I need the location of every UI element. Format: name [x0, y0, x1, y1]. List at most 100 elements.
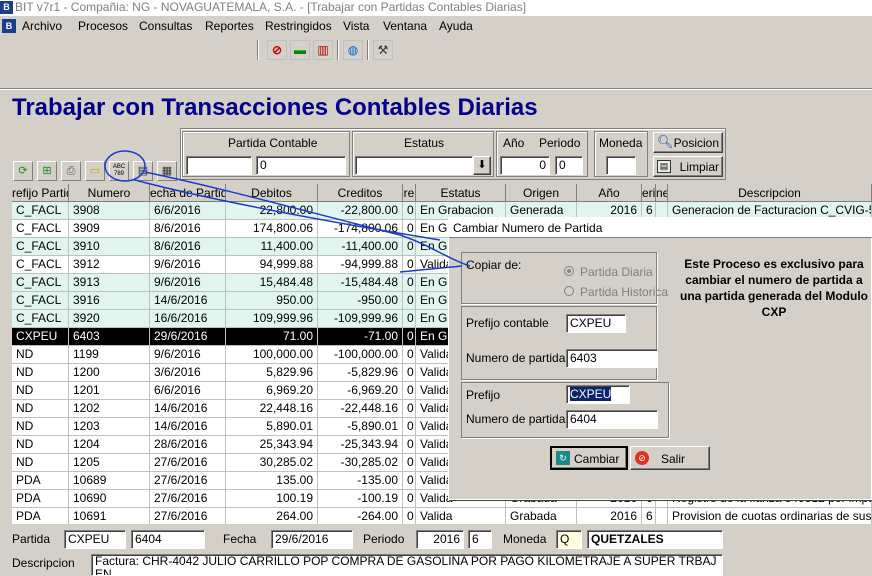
- calculator-icon[interactable]: ▦: [157, 161, 177, 181]
- print-icon[interactable]: ⎙: [61, 161, 81, 181]
- tools-icon[interactable]: ⚒: [373, 40, 393, 60]
- table-cell: 3916: [69, 292, 150, 310]
- table-cell: 0: [403, 346, 416, 364]
- menu-consultas[interactable]: Consultas: [139, 16, 192, 36]
- table-cell: Provision de cuotas ordinarias de suscri…: [668, 508, 872, 524]
- column-header[interactable]: echa de Partida: [150, 184, 226, 202]
- prefijo-contable-label: Prefijo contable: [466, 316, 549, 330]
- anio-input[interactable]: 0: [500, 156, 550, 175]
- radio-partida-diaria[interactable]: [564, 266, 574, 276]
- table-row[interactable]: PDA 10691 27/6/2016 264.00 -264.00 0 Valida Gra…: [12, 508, 872, 524]
- menu-restringidos[interactable]: Restringidos: [265, 16, 332, 36]
- prefijo-input[interactable]: CXPEU: [566, 385, 630, 404]
- menu-procesos[interactable]: Procesos: [78, 16, 128, 36]
- table-cell: 1204: [69, 436, 150, 454]
- bottom-partida-prefix[interactable]: CXPEU: [64, 530, 126, 549]
- periodo-input[interactable]: 0: [555, 156, 583, 175]
- bottom-moneda-code[interactable]: Q: [556, 530, 582, 549]
- folder-icon[interactable]: ▭: [85, 161, 105, 181]
- bottom-moneda-label: Moneda: [503, 532, 547, 546]
- table-cell: 8/6/2016: [150, 220, 226, 238]
- train-icon[interactable]: ▬: [290, 40, 310, 60]
- table-cell: 10690: [69, 490, 150, 508]
- table-cell: 14/6/2016: [150, 418, 226, 436]
- radio-partida-historica[interactable]: [564, 286, 574, 296]
- refresh-icon[interactable]: ⟳: [13, 161, 33, 181]
- table-cell: 10689: [69, 472, 150, 490]
- column-header[interactable]: erio: [642, 184, 656, 202]
- prefijo-label: Prefijo: [466, 388, 501, 402]
- bottom-partida-number[interactable]: 6404: [131, 530, 205, 549]
- column-header[interactable]: Creditos: [318, 184, 403, 202]
- limpiar-button[interactable]: ▤ Limpiar: [653, 156, 723, 177]
- table-cell: 0: [403, 310, 416, 328]
- table-cell: 6403: [69, 328, 150, 346]
- column-header[interactable]: refijo Partid: [12, 184, 69, 202]
- posicion-button[interactable]: 🔍︎ Posicion: [653, 132, 723, 153]
- salir-button[interactable]: ⊘ Salir: [630, 446, 710, 470]
- bottom-fecha-label: Fecha: [223, 532, 257, 546]
- numero-partida-input[interactable]: 6403: [566, 349, 658, 368]
- radio-partida-diaria-label: Partida Diaria: [580, 265, 653, 279]
- column-header[interactable]: Numero: [69, 184, 150, 202]
- column-header[interactable]: Descripcion: [668, 184, 872, 202]
- column-header[interactable]: re: [403, 184, 416, 202]
- bottom-fecha-input[interactable]: 29/6/2016: [271, 530, 353, 549]
- table-cell: 1199: [69, 346, 150, 364]
- numero-partida-label: Numero de partida: [466, 351, 566, 365]
- bottom-anio-input[interactable]: 2016: [416, 530, 464, 549]
- menu-archivo[interactable]: Archivo: [22, 16, 62, 36]
- table-cell: ND: [12, 436, 69, 454]
- add-icon[interactable]: ⊞: [37, 161, 57, 181]
- numero-nuevo-input[interactable]: 6404: [566, 410, 658, 429]
- table-cell: 1200: [69, 364, 150, 382]
- menu-vista[interactable]: Vista: [343, 16, 369, 36]
- printer-icon[interactable]: ▤: [133, 161, 153, 181]
- column-header[interactable]: Año: [577, 184, 642, 202]
- table-cell: 29/6/2016: [150, 328, 226, 346]
- table-cell: 0: [403, 202, 416, 220]
- app-menu-logo-icon[interactable]: B: [2, 19, 16, 33]
- anio-label: Año: [503, 136, 525, 150]
- table-cell: 6/6/2016: [150, 382, 226, 400]
- dropdown-arrow-icon[interactable]: ⬇: [473, 156, 491, 175]
- table-cell: 0: [403, 436, 416, 454]
- copiar-de-label: Copiar de:: [466, 258, 522, 272]
- column-header[interactable]: Origen: [506, 184, 577, 202]
- moneda-label: Moneda: [599, 136, 643, 150]
- menu-ventana[interactable]: Ventana: [383, 16, 427, 36]
- book-icon[interactable]: ▥: [313, 40, 333, 60]
- partida-number-input[interactable]: 0: [256, 156, 346, 175]
- table-cell: 27/6/2016: [150, 490, 226, 508]
- bottom-descripcion-input[interactable]: Factura: CHR-4042 JULIO CARRILLO POP COM…: [91, 554, 723, 576]
- table-cell: -100,000.00: [318, 346, 403, 364]
- window-title-bar: B BIT v7r1 - Compañia: NG - NOVAGUATEMAL…: [0, 0, 872, 16]
- column-header[interactable]: Debitos: [226, 184, 318, 202]
- estatus-select[interactable]: [355, 156, 473, 175]
- globe-icon[interactable]: ◍: [343, 40, 363, 60]
- partida-prefix-input[interactable]: [186, 156, 252, 175]
- column-header[interactable]: Estatus: [416, 184, 506, 202]
- bottom-moneda-name: QUETZALES: [587, 530, 723, 549]
- table-cell: 3908: [69, 202, 150, 220]
- abc-icon[interactable]: ABC 789: [109, 161, 129, 181]
- cambiar-partida-dialog: Cambiar Numero de Partida Copiar de: Par…: [448, 217, 872, 500]
- menu-reportes[interactable]: Reportes: [205, 16, 254, 36]
- cambiar-button[interactable]: ↻ Cambiar: [550, 446, 628, 470]
- column-header[interactable]: ne: [656, 184, 668, 202]
- bottom-periodo-input[interactable]: 6: [468, 530, 492, 549]
- menu-ayuda[interactable]: Ayuda: [439, 16, 473, 36]
- table-cell: 950.00: [226, 292, 318, 310]
- stop-icon[interactable]: ⊘: [267, 40, 287, 60]
- table-cell: 109,999.96: [226, 310, 318, 328]
- table-cell: Valida: [416, 508, 506, 524]
- page-title: Trabajar con Transacciones Contables Dia…: [12, 94, 538, 121]
- exit-icon: ⊘: [635, 451, 649, 465]
- table-cell: -5,890.01: [318, 418, 403, 436]
- posicion-label: Posicion: [673, 136, 719, 150]
- table-cell: 0: [403, 238, 416, 256]
- prefijo-contable-input[interactable]: CXPEU: [566, 314, 626, 333]
- moneda-input[interactable]: [606, 156, 636, 175]
- table-cell: ND: [12, 454, 69, 472]
- table-cell: C_FACL: [12, 274, 69, 292]
